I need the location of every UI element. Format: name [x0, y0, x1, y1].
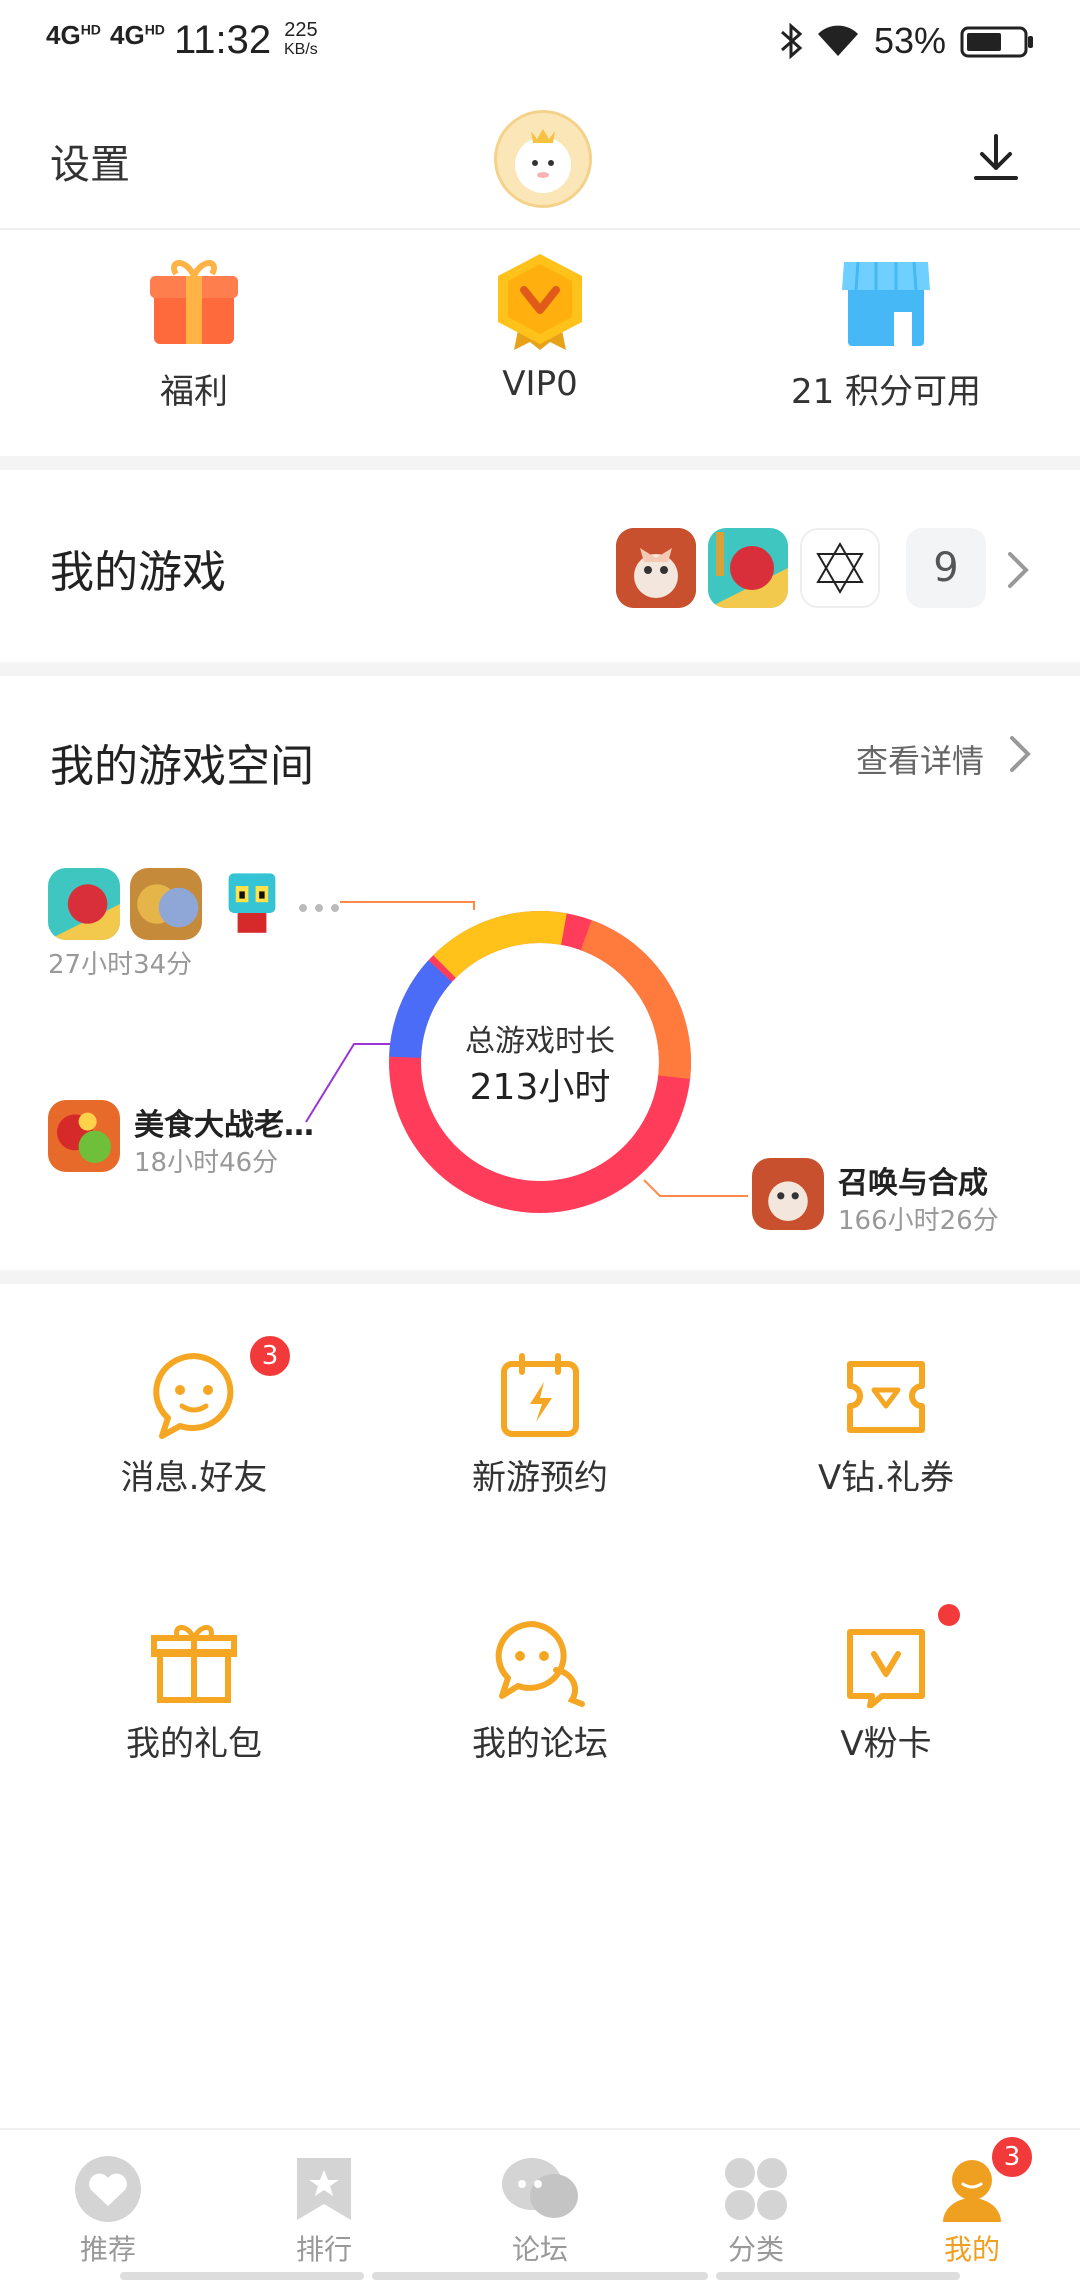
vip-button[interactable]: VIP0 — [360, 250, 720, 404]
signal-1: 4GHD — [46, 20, 101, 50]
game-a-connector-line — [305, 1043, 392, 1123]
my-forum-button[interactable]: 我的论坛 — [360, 1616, 720, 1765]
wifi-icon — [816, 22, 860, 62]
game-space-title: 我的游戏空间 — [50, 741, 314, 792]
gift-icon — [146, 254, 242, 354]
total-playtime-label: 总游戏时长 — [465, 1024, 615, 1059]
more-dots-icon — [298, 898, 342, 917]
messages-friends-button[interactable]: 消息.好友 — [14, 1350, 374, 1499]
messages-badge: 3 — [247, 1333, 293, 1379]
chevron-right-icon[interactable] — [1008, 734, 1032, 778]
points-button[interactable]: 21 积分可用 — [706, 254, 1066, 413]
quick-actions: 福利 VIP0 21 积分可用 — [0, 230, 1080, 456]
nav-gesture-bar — [716, 2272, 960, 2280]
ranking-icon — [293, 2154, 355, 2224]
tab-category[interactable]: 分类 — [648, 2138, 864, 2268]
game-b-connector-line — [643, 1179, 748, 1197]
nav-gesture-bar — [372, 2272, 708, 2280]
heart-icon — [73, 2154, 143, 2224]
tab-me[interactable]: 我的 — [864, 2138, 1080, 2268]
net-speed: 225 KB/s — [284, 19, 318, 58]
game-icon-star[interactable] — [800, 528, 880, 608]
clock: 11:32 — [174, 18, 272, 62]
tab-ranking[interactable]: 排行 — [216, 2138, 432, 2268]
calendar-bolt-icon — [496, 1350, 584, 1442]
chevron-right-icon — [1006, 550, 1030, 594]
game-icon-pixel[interactable] — [216, 868, 288, 940]
gift-box-icon — [150, 1616, 238, 1708]
tab-forum[interactable]: 论坛 — [432, 2138, 648, 2268]
game-space-card: 我的游戏空间 查看详情 27小时34分 美食大战老… 18小时46分 召唤与合成… — [0, 676, 1080, 1270]
game-icon-summon[interactable] — [616, 528, 696, 608]
chat-icon — [150, 1350, 238, 1442]
view-details-link[interactable]: 查看详情 — [856, 736, 984, 782]
game-a-name: 美食大战老… — [134, 1108, 314, 1143]
me-tab-badge: 3 — [989, 2134, 1035, 2180]
store-icon — [838, 254, 934, 354]
forum-tab-icon — [500, 2154, 580, 2224]
game-a-time: 18小时46分 — [134, 1148, 279, 1178]
others-connector-line — [340, 901, 475, 910]
avatar[interactable] — [494, 110, 592, 208]
welfare-button[interactable]: 福利 — [14, 254, 374, 413]
game-icon-lion[interactable] — [130, 868, 202, 940]
game-b-time: 166小时26分 — [838, 1206, 999, 1236]
vip-badge-icon — [490, 250, 590, 354]
new-game-reservation-button[interactable]: 新游预约 — [360, 1350, 720, 1499]
category-icon — [723, 2154, 789, 2224]
ticket-icon — [842, 1350, 930, 1442]
header: 设置 — [0, 84, 1080, 230]
games-count-badge: 9 — [906, 528, 986, 608]
others-time: 27小时34分 — [48, 950, 193, 980]
section-divider — [0, 456, 1080, 470]
v-card-icon — [842, 1616, 930, 1709]
v-fan-card-button[interactable]: V粉卡 — [706, 1616, 1066, 1765]
game-icon-ball[interactable] — [48, 868, 120, 940]
tab-recommend[interactable]: 推荐 — [0, 2138, 216, 2268]
section-divider — [0, 1270, 1080, 1284]
game-icon-ball[interactable] — [708, 528, 788, 608]
bluetooth-icon — [778, 22, 806, 64]
new-dot-indicator — [938, 1604, 960, 1626]
game-icon-summon[interactable] — [752, 1158, 824, 1230]
total-playtime-value: 213小时 — [469, 1067, 611, 1108]
battery-icon — [960, 26, 1034, 62]
game-b-name: 召唤与合成 — [838, 1166, 988, 1201]
battery-percent: 53% — [874, 20, 947, 61]
nav-gesture-bar — [120, 2272, 364, 2280]
signal-2: 4GHD — [110, 20, 165, 50]
status-bar: 4GHD 4GHD 11:32 225 KB/s 53% — [0, 0, 1080, 84]
game-icon-food-war[interactable] — [48, 1100, 120, 1172]
section-divider — [0, 662, 1080, 676]
my-games-row[interactable]: 我的游戏 9 — [0, 470, 1080, 662]
download-icon[interactable] — [970, 132, 1022, 188]
my-gift-pack-button[interactable]: 我的礼包 — [14, 1616, 374, 1765]
my-games-title: 我的游戏 — [50, 547, 226, 598]
settings-link[interactable]: 设置 — [50, 132, 130, 190]
v-diamond-coupon-button[interactable]: V钻.礼券 — [706, 1350, 1066, 1499]
forum-icon — [492, 1616, 588, 1708]
features-grid: 消息.好友 3 新游预约 V钻.礼券 我的礼包 我的论坛 V粉卡 — [0, 1284, 1080, 1804]
